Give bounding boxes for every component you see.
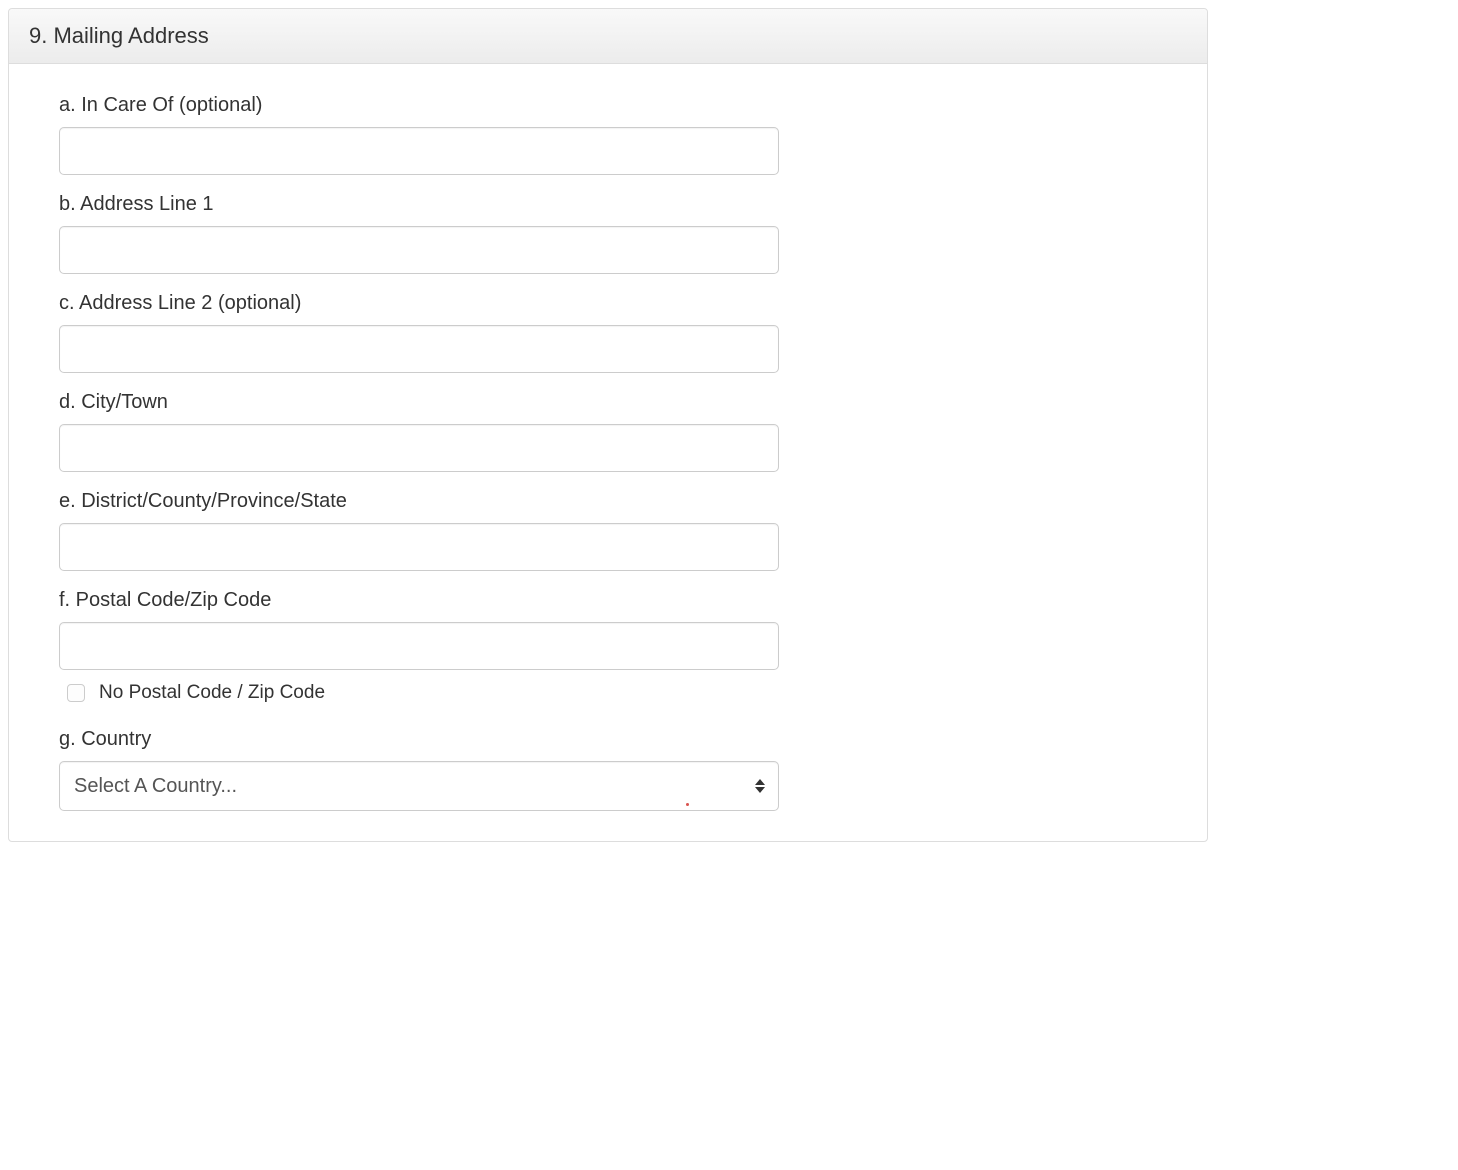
panel-body: a. In Care Of (optional) b. Address Line… bbox=[9, 64, 1207, 841]
red-dot-indicator bbox=[686, 803, 689, 806]
postal-code-label: f. Postal Code/Zip Code bbox=[59, 589, 779, 612]
no-postal-code-label[interactable]: No Postal Code / Zip Code bbox=[99, 682, 325, 704]
panel-title: 9. Mailing Address bbox=[9, 9, 1207, 64]
in-care-of-label: a. In Care Of (optional) bbox=[59, 94, 779, 117]
country-select[interactable]: Select A Country... bbox=[59, 761, 779, 811]
in-care-of-group: a. In Care Of (optional) bbox=[59, 94, 779, 175]
city-town-input[interactable] bbox=[59, 424, 779, 472]
address-line-2-input[interactable] bbox=[59, 325, 779, 373]
address-line-1-group: b. Address Line 1 bbox=[59, 193, 779, 274]
in-care-of-input[interactable] bbox=[59, 127, 779, 175]
district-input[interactable] bbox=[59, 523, 779, 571]
postal-code-input[interactable] bbox=[59, 622, 779, 670]
address-line-1-label: b. Address Line 1 bbox=[59, 193, 779, 216]
country-group: g. Country Select A Country... bbox=[59, 728, 779, 811]
mailing-address-panel: 9. Mailing Address a. In Care Of (option… bbox=[8, 8, 1208, 842]
address-line-2-label: c. Address Line 2 (optional) bbox=[59, 292, 779, 315]
address-line-2-group: c. Address Line 2 (optional) bbox=[59, 292, 779, 373]
city-town-label: d. City/Town bbox=[59, 391, 779, 414]
district-label: e. District/County/Province/State bbox=[59, 490, 779, 513]
no-postal-code-checkbox[interactable] bbox=[67, 684, 85, 702]
district-group: e. District/County/Province/State bbox=[59, 490, 779, 571]
country-select-wrapper: Select A Country... bbox=[59, 761, 779, 811]
address-line-1-input[interactable] bbox=[59, 226, 779, 274]
postal-code-group: f. Postal Code/Zip Code No Postal Code /… bbox=[59, 589, 779, 704]
no-postal-code-row: No Postal Code / Zip Code bbox=[59, 682, 779, 704]
country-label: g. Country bbox=[59, 728, 779, 751]
city-town-group: d. City/Town bbox=[59, 391, 779, 472]
